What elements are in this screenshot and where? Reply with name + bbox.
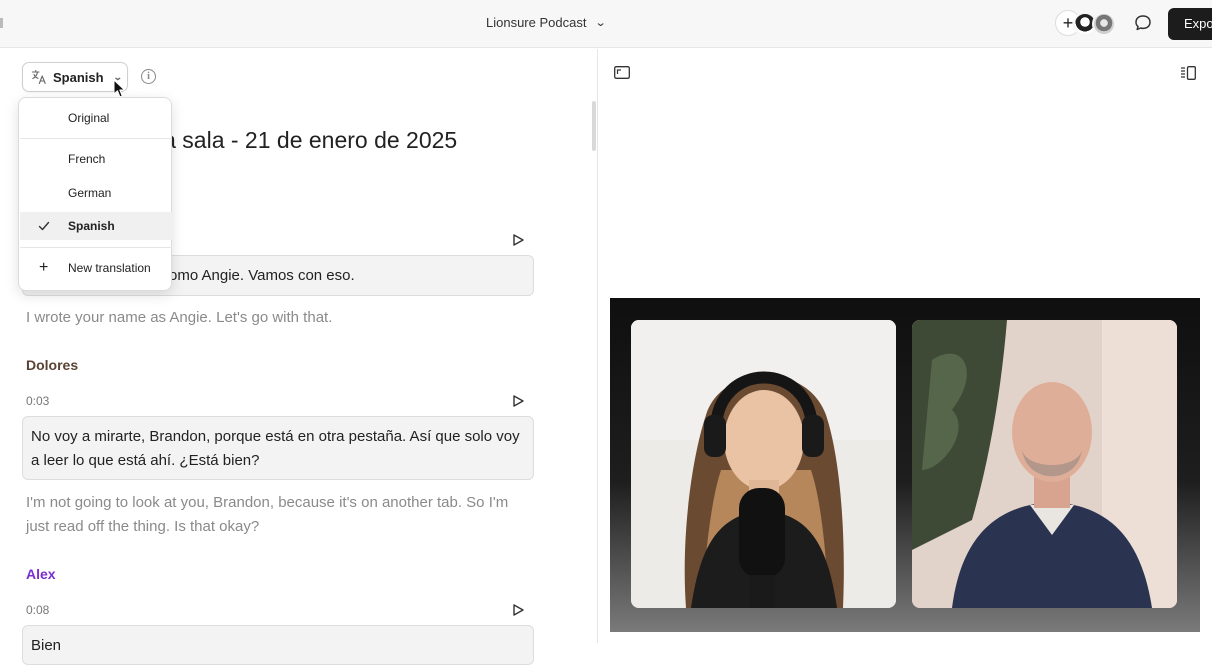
original-text: I wrote your name as Angie. Let's go wit… <box>26 309 333 326</box>
play-icon[interactable] <box>512 604 524 616</box>
video-tile-left <box>631 320 896 608</box>
project-title-selector[interactable]: Lionsure Podcast ⌄ <box>486 15 608 30</box>
timestamp[interactable]: 0:08 <box>26 603 49 617</box>
menu-item-label: Original <box>68 111 110 125</box>
menu-divider <box>20 138 172 139</box>
menu-item-label: Spanish <box>68 219 115 233</box>
speaker-name[interactable]: Alex <box>26 566 56 582</box>
new-translation-button[interactable]: + New translation <box>20 254 172 282</box>
menu-item-german[interactable]: German <box>20 179 172 207</box>
translated-segment[interactable]: No voy a mirarte, Brandon, porque está e… <box>22 416 534 480</box>
timestamp[interactable]: 0:03 <box>26 394 49 408</box>
sidebar-edge[interactable] <box>0 18 3 28</box>
speaker-name[interactable]: Dolores <box>26 357 78 373</box>
project-title: Lionsure Podcast <box>486 15 587 30</box>
translated-segment[interactable]: Bien <box>22 625 534 665</box>
top-bar: Lionsure Podcast ⌄ + Expo <box>0 0 1212 48</box>
avatar[interactable] <box>1092 12 1116 36</box>
translated-text: Bien <box>31 637 62 654</box>
language-label: Spanish <box>53 69 104 85</box>
check-icon <box>38 221 50 231</box>
scrollbar-thumb[interactable] <box>592 101 596 151</box>
info-icon[interactable]: i <box>141 69 156 84</box>
menu-item-label: German <box>68 186 112 200</box>
menu-item-label: New translation <box>68 261 151 275</box>
play-icon[interactable] <box>512 234 524 246</box>
translated-text: omo Angie. Vamos con eso. <box>169 267 355 284</box>
video-tile-right <box>912 320 1177 608</box>
translated-text: No voy a mirarte, Brandon, porque está e… <box>31 428 520 469</box>
comment-icon[interactable] <box>1133 13 1153 33</box>
menu-item-spanish[interactable]: Spanish <box>20 212 172 240</box>
language-menu: Original French German Spanish + New tra… <box>18 97 172 291</box>
play-icon[interactable] <box>512 395 524 407</box>
panel-toggle-icon[interactable] <box>1180 66 1196 80</box>
original-text: I'm not going to look at you, Brandon, b… <box>26 494 509 535</box>
mouse-cursor-icon <box>113 79 125 98</box>
menu-item-french[interactable]: French <box>20 145 172 173</box>
chevron-down-icon: ⌄ <box>595 17 608 29</box>
plus-icon: + <box>39 259 49 276</box>
participant-image <box>631 320 896 608</box>
expand-icon[interactable] <box>614 66 630 79</box>
export-button[interactable]: Expo <box>1168 8 1212 40</box>
menu-item-label: French <box>68 152 106 166</box>
menu-divider <box>20 247 172 248</box>
participant-image <box>912 320 1177 608</box>
translate-icon <box>31 69 46 85</box>
menu-item-original[interactable]: Original <box>20 104 172 132</box>
document-title: la sala - 21 de enero de 2025 <box>158 127 458 153</box>
